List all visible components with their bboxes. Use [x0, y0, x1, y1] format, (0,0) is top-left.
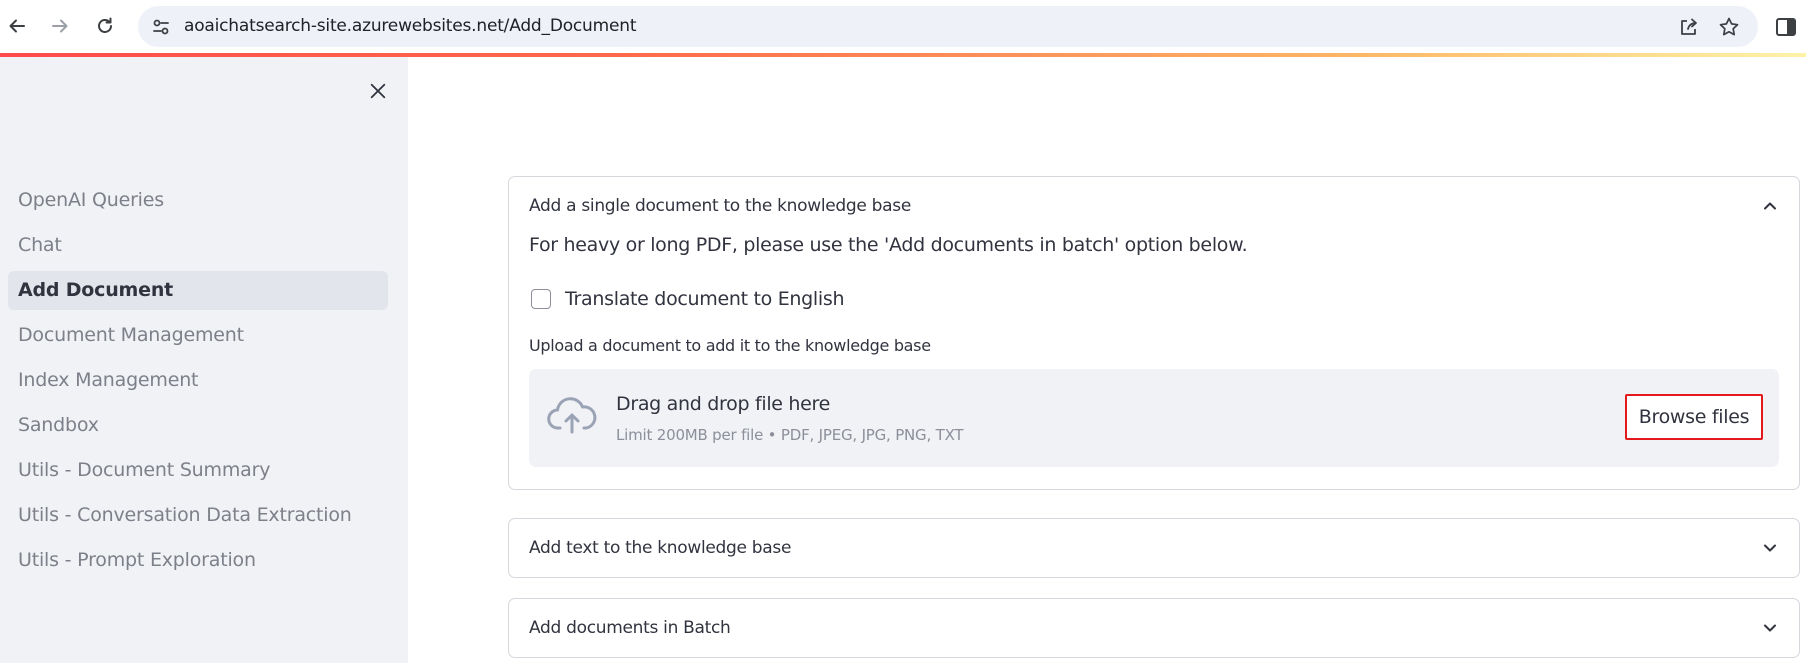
- chevron-down-icon: [1764, 624, 1776, 632]
- sidebar-item-openai-queries[interactable]: OpenAI Queries: [8, 181, 388, 220]
- sidebar-item-sandbox[interactable]: Sandbox: [8, 406, 388, 445]
- arrow-right-icon: [52, 19, 68, 33]
- close-icon: [370, 83, 386, 99]
- add-text-expander: Add text to the knowledge base: [508, 518, 1800, 578]
- forward-button[interactable]: [45, 11, 75, 41]
- reload-icon: [98, 17, 112, 33]
- sidebar-item-conversation-data-extraction[interactable]: Utils - Conversation Data Extraction: [8, 496, 388, 535]
- dropzone-limit-text: Limit 200MB per file • PDF, JPEG, JPG, P…: [616, 426, 964, 444]
- chevron-down-icon: [1764, 544, 1776, 552]
- translate-checkbox-row[interactable]: Translate document to English: [529, 285, 1779, 315]
- close-sidebar-button[interactable]: [364, 77, 392, 105]
- expander-title: Add documents in Batch: [529, 618, 731, 638]
- sidebar-item-index-management[interactable]: Index Management: [8, 361, 388, 400]
- sidebar-item-chat[interactable]: Chat: [8, 226, 388, 265]
- arrow-left-icon: [9, 19, 25, 33]
- expander-title: Add text to the knowledge base: [529, 538, 792, 558]
- sidebar-item-document-management[interactable]: Document Management: [8, 316, 388, 355]
- browse-files-button[interactable]: Browse files: [1625, 394, 1763, 440]
- bookmark-star-icon[interactable]: [1718, 16, 1740, 38]
- side-panel-icon[interactable]: [1774, 15, 1798, 39]
- sidebar-nav: OpenAI Queries Chat Add Document Documen…: [8, 181, 388, 586]
- browser-toolbar: aoaichatsearch-site.azurewebsites.net/Ad…: [0, 0, 1806, 53]
- file-dropzone[interactable]: Drag and drop file here Limit 200MB per …: [529, 369, 1779, 467]
- address-bar[interactable]: aoaichatsearch-site.azurewebsites.net/Ad…: [138, 6, 1758, 47]
- url-text[interactable]: aoaichatsearch-site.azurewebsites.net/Ad…: [184, 6, 636, 47]
- sidebar-item-prompt-exploration[interactable]: Utils - Prompt Exploration: [8, 541, 388, 580]
- translate-checkbox-label[interactable]: Translate document to English: [565, 285, 845, 313]
- share-icon[interactable]: [1678, 16, 1700, 38]
- site-info-icon[interactable]: [150, 16, 172, 38]
- batch-documents-expander-header[interactable]: Add documents in Batch: [509, 599, 1799, 657]
- upload-label: Upload a document to add it to the knowl…: [529, 336, 931, 355]
- sidebar-item-add-document[interactable]: Add Document: [8, 271, 388, 310]
- expander-title: Add a single document to the knowledge b…: [529, 196, 911, 216]
- single-document-expander: Add a single document to the knowledge b…: [508, 176, 1800, 490]
- chevron-up-icon: [1764, 202, 1776, 210]
- reload-button[interactable]: [90, 11, 120, 41]
- batch-hint-text: For heavy or long PDF, please use the 'A…: [529, 234, 1248, 256]
- sidebar-item-document-summary[interactable]: Utils - Document Summary: [8, 451, 388, 490]
- dropzone-title: Drag and drop file here: [616, 393, 831, 415]
- add-text-expander-header[interactable]: Add text to the knowledge base: [509, 519, 1799, 577]
- single-document-expander-header[interactable]: Add a single document to the knowledge b…: [509, 177, 1799, 235]
- translate-checkbox[interactable]: [531, 289, 551, 309]
- sidebar: OpenAI Queries Chat Add Document Documen…: [0, 57, 408, 663]
- back-button[interactable]: [2, 11, 32, 41]
- main-content: Add a single document to the knowledge b…: [408, 57, 1806, 663]
- cloud-upload-icon: [547, 397, 597, 434]
- batch-documents-expander: Add documents in Batch: [508, 598, 1800, 658]
